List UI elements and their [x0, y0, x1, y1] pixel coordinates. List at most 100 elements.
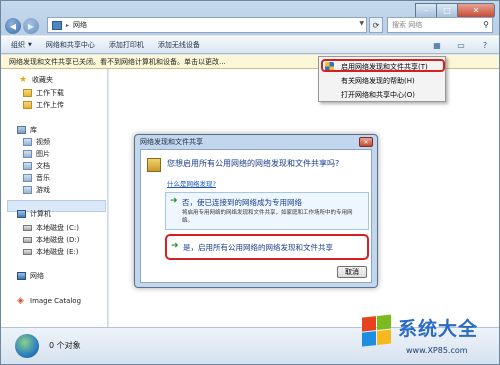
- maximize-button[interactable]: □: [436, 3, 458, 18]
- infobar-context-menu: 启用网络发现和文件共享(T) 有关网络发现的帮助(H) 打开网络和共享中心(O): [318, 56, 446, 102]
- private-network-option[interactable]: ➜ 否，使已连接到的网络成为专用网络 将启用专用网络的网络发现和文件共享，如家庭…: [165, 192, 369, 230]
- sidebar-item-work-upload[interactable]: 工作上传: [23, 99, 64, 110]
- network-center-label: 网络和共享中心: [45, 41, 95, 49]
- forward-button[interactable]: ▶: [23, 18, 39, 34]
- watermark-brand: 系统大全: [398, 318, 479, 340]
- windows-logo-icon: [362, 314, 392, 347]
- video-icon: [23, 137, 32, 146]
- music-icon: [23, 173, 32, 182]
- network-icon: [17, 271, 26, 280]
- folder-icon: [23, 100, 32, 109]
- dialog-title: 网络发现和文件共享: [140, 138, 203, 146]
- option-description: 将启用专用网络的网络发现和文件共享，如家庭和工作场所中的专用网络。: [182, 210, 353, 224]
- breadcrumb-separator-icon: ▸: [66, 21, 70, 29]
- menu-item-label: 打开网络和共享中心(O): [341, 90, 415, 99]
- menu-item-help[interactable]: 有关网络发现的帮助(H): [319, 74, 445, 87]
- site-watermark: 系统大全 www.XP85.com: [362, 312, 500, 365]
- network-globe-icon: [15, 334, 39, 358]
- sidebar-item-label: 本地磁盘 (D:): [36, 235, 80, 244]
- sidebar-item-label: 计算机: [30, 209, 51, 218]
- back-button[interactable]: ◀: [5, 18, 21, 34]
- star-icon: ★: [19, 74, 28, 85]
- search-icon: ⚲: [483, 20, 489, 29]
- title-bar: – □ ✕ ◀ ▶ ▸ 网络 ▼ ⟳ 搜索 网络 ⚲: [1, 1, 499, 35]
- search-input[interactable]: 搜索 网络 ⚲: [387, 17, 493, 33]
- organize-label: 组织: [11, 41, 25, 49]
- computer-icon: [17, 209, 26, 218]
- object-count: 0 个对象: [49, 341, 81, 350]
- close-button[interactable]: ✕: [457, 3, 495, 18]
- enable-public-sharing-option[interactable]: ➜ 是，启用所有公用网络的网络发现和文件共享: [165, 234, 369, 260]
- sidebar-item-label: 游戏: [36, 185, 50, 194]
- sidebar-item-image-catalog[interactable]: ◈ Image Catalog: [17, 295, 81, 306]
- library-icon: [17, 125, 26, 134]
- sidebar-item-label: 工作上传: [36, 100, 64, 109]
- sidebar-item-music[interactable]: 音乐: [23, 172, 50, 183]
- sidebar-item-favorites[interactable]: ★ 收藏夹: [19, 74, 53, 85]
- sidebar-item-documents[interactable]: 文档: [23, 160, 50, 171]
- address-dropdown-icon[interactable]: ▼: [359, 20, 364, 27]
- document-icon: [23, 161, 32, 170]
- command-toolbar: 组织 ▼ 网络和共享中心 添加打印机 添加无线设备 ▦ ▭ ?: [1, 36, 499, 54]
- sidebar-item-label: 工作下载: [36, 88, 64, 97]
- minimize-button[interactable]: –: [415, 3, 437, 18]
- sidebar-item-label: 收藏夹: [32, 75, 53, 84]
- sidebar-item-library[interactable]: 库: [17, 124, 37, 135]
- dialog-close-button[interactable]: ✕: [359, 137, 373, 147]
- address-bar[interactable]: ▸ 网络 ▼: [47, 17, 367, 33]
- cancel-button[interactable]: 取消: [337, 266, 367, 278]
- option-title: 是，启用所有公用网络的网络发现和文件共享: [183, 243, 333, 252]
- highlight-outline: [321, 59, 445, 72]
- sidebar-item-videos[interactable]: 视频: [23, 136, 50, 147]
- organize-button[interactable]: 组织 ▼: [11, 40, 32, 50]
- info-bar-message: 网络发现和文件共享已关闭。看不到网络计算机和设备。单击以更改...: [9, 57, 226, 66]
- chevron-down-icon: ▼: [28, 42, 32, 48]
- dialog-body: 您想启用所有公用网络的网络发现和文件共享吗? 什么是网络发现? ➜ 否，使已连接…: [140, 149, 372, 283]
- network-location-icon: [52, 20, 62, 30]
- sidebar-item-label: 视频: [36, 137, 50, 146]
- sidebar-item-label: 图片: [36, 149, 50, 158]
- sidebar-item-label: 文档: [36, 161, 50, 170]
- network-discovery-dialog: 网络发现和文件共享 ✕ 您想启用所有公用网络的网络发现和文件共享吗? 什么是网络…: [134, 134, 378, 288]
- what-is-discovery-link[interactable]: 什么是网络发现?: [167, 178, 216, 188]
- sidebar-item-label: 本地磁盘 (E:): [36, 247, 79, 256]
- help-icon[interactable]: ?: [475, 38, 495, 52]
- network-center-button[interactable]: 网络和共享中心: [46, 40, 95, 50]
- view-options-icon[interactable]: ▦: [427, 38, 447, 52]
- sidebar-item-label: 音乐: [36, 173, 50, 182]
- games-icon: [23, 185, 32, 194]
- sidebar-item-games[interactable]: 游戏: [23, 184, 50, 195]
- navigation-row: ◀ ▶ ▸ 网络 ▼ ⟳ 搜索 网络 ⚲: [5, 17, 495, 35]
- sidebar-item-network[interactable]: 网络: [17, 270, 44, 281]
- add-printer-label: 添加打印机: [108, 41, 144, 49]
- menu-item-open-network-center[interactable]: 打开网络和共享中心(O): [319, 88, 445, 101]
- watermark-url: www.XP85.com: [406, 346, 468, 355]
- drive-icon: [23, 248, 32, 255]
- preview-pane-icon[interactable]: ▭: [451, 38, 471, 52]
- drive-icon: [23, 236, 32, 243]
- search-placeholder: 搜索 网络: [392, 21, 423, 29]
- address-location: 网络: [73, 21, 88, 29]
- network-sharing-icon: [147, 158, 161, 172]
- add-printer-button[interactable]: 添加打印机: [109, 40, 144, 50]
- sidebar-item-label: 网络: [30, 271, 44, 280]
- option-title: 否，使已连接到的网络成为专用网络: [182, 198, 302, 207]
- sidebar-item-computer[interactable]: 计算机: [17, 208, 51, 219]
- green-arrow-icon: ➜: [171, 241, 179, 251]
- dialog-question: 您想启用所有公用网络的网络发现和文件共享吗?: [167, 159, 340, 168]
- sidebar-item-pictures[interactable]: 图片: [23, 148, 50, 159]
- menu-item-label: 有关网络发现的帮助(H): [341, 76, 415, 85]
- sidebar-item-label: Image Catalog: [30, 296, 82, 305]
- sidebar-item-drive-d[interactable]: 本地磁盘 (D:): [23, 234, 79, 245]
- view-controls: ▦ ▭ ?: [423, 38, 495, 52]
- sidebar-item-drive-c[interactable]: 本地磁盘 (C:): [23, 222, 79, 233]
- add-wireless-button[interactable]: 添加无线设备: [158, 40, 200, 50]
- sidebar-item-label: 本地磁盘 (C:): [36, 223, 79, 232]
- refresh-button[interactable]: ⟳: [369, 17, 383, 33]
- sidebar-item-work-download[interactable]: 工作下载: [23, 87, 64, 98]
- picture-icon: [23, 149, 32, 158]
- sidebar-item-label: 库: [30, 125, 37, 134]
- sidebar-item-drive-e[interactable]: 本地磁盘 (E:): [23, 246, 78, 257]
- folder-icon: [23, 88, 32, 97]
- drive-icon: [23, 224, 32, 231]
